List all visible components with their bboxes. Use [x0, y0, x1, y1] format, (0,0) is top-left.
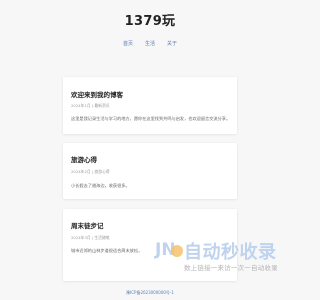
nav-item-home[interactable]: 首页 [123, 40, 133, 47]
footer-icp[interactable]: 豫ICP备2023000000号-1 [0, 290, 300, 296]
post-excerpt: 城市近郊的山林步道很适合周末放松， [71, 248, 143, 253]
nav-item-about[interactable]: 关于 [167, 40, 177, 47]
post-meta: 2024年3月 | 生活随笔 [71, 235, 110, 240]
site-title: 1379玩 [124, 14, 176, 29]
post-meta: 2024年2月 | 旅游心得 [71, 169, 110, 174]
watermark-badge: JN 自动秒收录 数上链接一来访一次一自动收录 [154, 236, 294, 276]
nav-item-life[interactable]: 生活 [145, 40, 155, 47]
post-title[interactable]: 欢迎来到我的博客 [71, 89, 123, 99]
post-title[interactable]: 旅游心得 [71, 154, 97, 164]
watermark-title: 自动秒收录 [184, 242, 277, 263]
post-card: 欢迎来到我的博客 2024年1月 | 最新资讯 这里是我记录生活与学习的地方，愿… [63, 77, 237, 134]
post-title[interactable]: 周末徒步记 [71, 220, 104, 230]
post-excerpt: 小长假去了趟海边，收获很多。 [71, 183, 130, 188]
watermark-slogan: 数上链接一来访一次一自动收录 [184, 264, 278, 272]
watermark-logo-icon: JN [154, 240, 183, 260]
post-excerpt: 这里是我记录生活与学习的地方，愿你在这里找到共鸣与启发，也欢迎留言交流分享。 [71, 116, 231, 121]
post-meta: 2024年1月 | 最新资讯 [71, 103, 110, 108]
main-nav: 首页 生活 关于 [0, 40, 300, 47]
post-card: 旅游心得 2024年2月 | 旅游心得 小长假去了趟海边，收获很多。 [63, 143, 237, 199]
